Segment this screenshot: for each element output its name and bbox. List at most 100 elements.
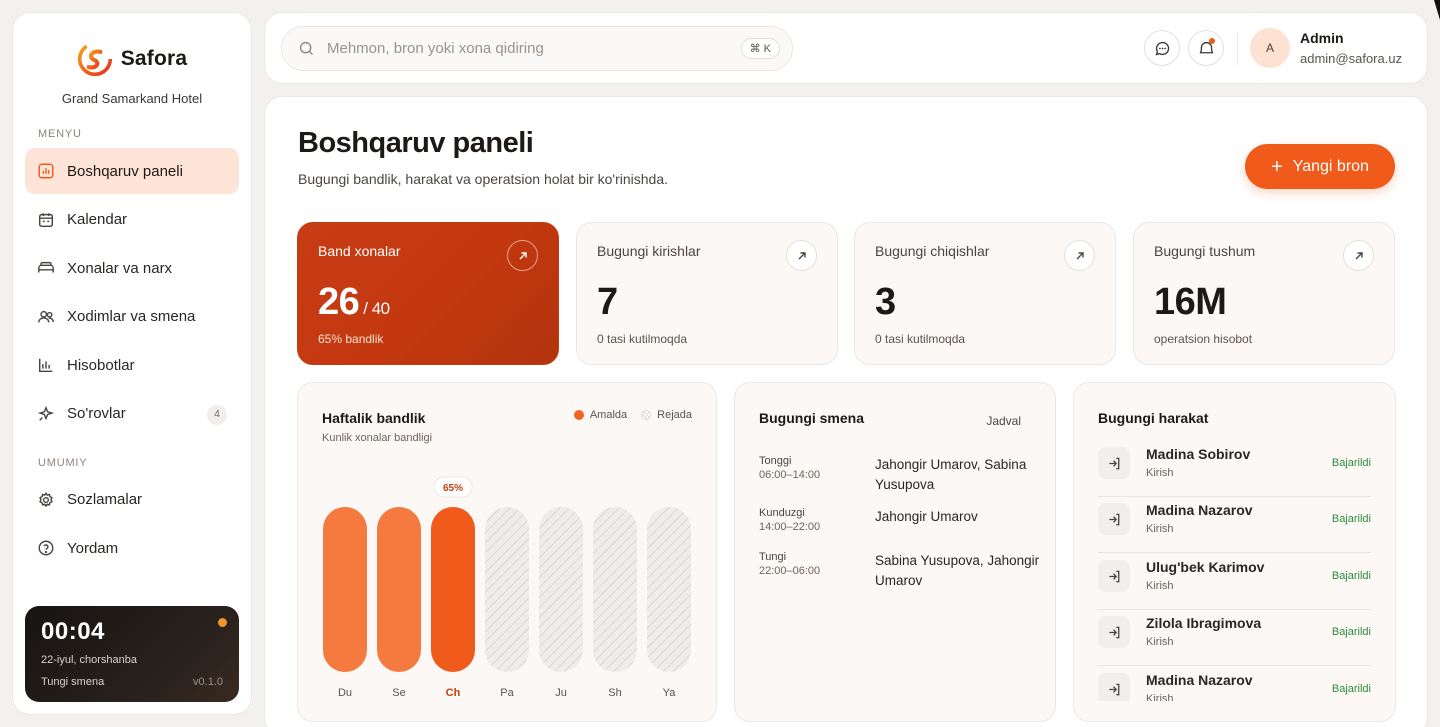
login-icon [1108, 457, 1119, 469]
sidebar-item-rooms[interactable]: Xonalar va narx [25, 245, 239, 291]
open-arrow-button[interactable] [786, 240, 817, 271]
brand-logo[interactable]: Safora [25, 41, 239, 77]
x-tick-label: Ch [446, 687, 461, 699]
shift-row: Tonggi 06:00–14:00 Jahongir Umarov, Sabi… [759, 455, 1026, 492]
stat-value: 26/ 40 [318, 281, 390, 323]
common-section-label: UMUMIY [38, 456, 88, 469]
status-badge: Bajarildi [1331, 626, 1371, 638]
bar-pa[interactable] [485, 507, 529, 672]
shift-row: Tungi 22:00–06:00 Sabina Yusupova, Jahon… [759, 551, 1039, 588]
shift-time: 22:00–06:00 [759, 565, 821, 577]
shift-staff: Jahongir Umarov, Sabina Yusupova [875, 457, 1027, 492]
sidebar-item-label: Sozlamalar [67, 491, 143, 508]
shift-name: Tungi [759, 551, 787, 563]
search-icon [299, 41, 313, 55]
login-icon [1108, 626, 1119, 638]
open-arrow-button[interactable] [1343, 240, 1374, 271]
today-activity-panel: Bugungi harakat Madina Sobirov Kirish Ba… [1073, 382, 1396, 722]
clock-date: 22-iyul, chorshanba [41, 654, 138, 666]
calendar-icon [38, 212, 54, 227]
shift-row: Kunduzgi 14:00–22:00 Jahongir Umarov [759, 507, 978, 533]
open-arrow-button[interactable] [507, 240, 538, 271]
brand-name: Safora [120, 47, 188, 70]
stat-card-revenue[interactable]: Bugungi tushum 16M operatsion hisobot [1133, 222, 1395, 365]
login-icon [1108, 570, 1119, 582]
shift-name: Tonggi [759, 455, 792, 467]
panel-title: Bugungi harakat [1098, 410, 1209, 426]
status-badge: Bajarildi [1331, 457, 1371, 469]
shift-time: 06:00–14:00 [759, 469, 821, 481]
help-icon [38, 540, 54, 556]
activity-row[interactable]: Madina Nazarov Kirish Bajarildi [1098, 667, 1371, 701]
activity-list[interactable]: Madina Sobirov Kirish Bajarildi Madina N… [1074, 439, 1395, 701]
cursor-icon [1434, 0, 1440, 20]
clock-card: 00:04 22-iyul, chorshanba Tungi smena v0… [25, 606, 239, 702]
sidebar-item-label: Xonalar va narx [67, 259, 173, 277]
app-version: v0.1.0 [193, 676, 223, 688]
divider [1237, 33, 1238, 65]
today-shift-panel: Bugungi smena Jadval Tonggi 06:00–14:00 … [734, 382, 1056, 722]
sidebar-item-staff[interactable]: Xodimlar va smena [25, 294, 239, 340]
sidebar-item-settings[interactable]: Sozlamalar [25, 477, 239, 523]
weekly-occupancy-panel: Haftalik bandlik Kunlik xonalar bandligi… [297, 382, 717, 722]
open-arrow-button[interactable] [1064, 240, 1095, 271]
guest-name: Madina Sobirov [1146, 446, 1251, 462]
stat-sub: 65% bandlik [318, 332, 384, 346]
bar-se[interactable] [377, 507, 421, 672]
bar-sh[interactable] [593, 507, 637, 672]
guest-name: Madina Nazarov [1146, 672, 1253, 688]
main-content: Boshqaruv paneli Bugungi bandlik, haraka… [264, 96, 1428, 727]
activity-row[interactable]: Zilola Ibragimova Kirish Bajarildi [1098, 610, 1371, 666]
stat-value: 7 [597, 281, 618, 323]
x-tick-label: Ju [555, 687, 567, 699]
schedule-link[interactable]: Jadval [986, 414, 1021, 428]
new-booking-button[interactable]: + Yangi bron [1245, 144, 1395, 189]
stat-card-occupied[interactable]: Band xonalar 26/ 40 65% bandlik [297, 222, 559, 365]
activity-row[interactable]: Ulug'bek Karimov Kirish Bajarildi [1098, 554, 1371, 610]
sidebar-item-help[interactable]: Yordam [25, 525, 239, 571]
act-icon-wrap [1098, 560, 1130, 592]
notifications-button[interactable] [1188, 30, 1224, 66]
activity-row[interactable]: Madina Sobirov Kirish Bajarildi [1098, 441, 1371, 497]
panel-title: Bugungi smena [759, 410, 865, 426]
users-icon [38, 310, 54, 322]
sidebar-item-reports[interactable]: Hisobotlar [25, 342, 239, 388]
dashboard-icon [38, 163, 54, 179]
login-icon [1108, 683, 1119, 695]
status-badge: Bajarildi [1331, 683, 1371, 695]
sidebar: Safora Grand Samarkand Hotel MENYU Boshq… [12, 12, 252, 715]
search-bar[interactable]: ⌘ K [281, 26, 793, 71]
stat-label: Bugungi chiqishlar [875, 243, 990, 259]
search-shortcut: ⌘ K [740, 38, 780, 59]
stat-card-checkouts[interactable]: Bugungi chiqishlar 3 0 tasi kutilmoqda [854, 222, 1116, 365]
activity-type: Kirish [1146, 467, 1174, 479]
sidebar-item-dashboard[interactable]: Boshqaruv paneli [25, 148, 239, 194]
sidebar-item-label: Kalendar [67, 211, 128, 228]
sidebar-item-calendar[interactable]: Kalendar [25, 197, 239, 243]
sidebar-item-requests[interactable]: So'rovlar 4 [25, 391, 239, 437]
bar-ju[interactable] [539, 507, 583, 672]
sidebar-item-label: Yordam [67, 539, 119, 557]
safora-logo-icon [77, 41, 112, 77]
chat-icon [1155, 41, 1169, 55]
stat-card-checkins[interactable]: Bugungi kirishlar 7 0 tasi kutilmoqda [576, 222, 838, 365]
x-tick-label: Du [338, 687, 352, 699]
bar-ch[interactable] [431, 507, 475, 672]
shift-name: Kunduzgi [759, 507, 805, 519]
stat-value: 3 [875, 281, 896, 323]
messages-button[interactable] [1144, 30, 1180, 66]
bar-du[interactable] [323, 507, 367, 672]
menu-section-label: MENYU [38, 128, 82, 140]
avatar[interactable]: A [1250, 28, 1290, 68]
user-name[interactable]: Admin [1300, 30, 1344, 46]
activity-type: Kirish [1146, 636, 1174, 648]
sidebar-item-label: Boshqaruv paneli [67, 162, 183, 180]
shift-staff: Sabina Yusupova, Jahongir Umarov [875, 553, 1040, 588]
login-icon [1108, 513, 1119, 525]
activity-row[interactable]: Madina Nazarov Kirish Bajarildi [1098, 497, 1371, 553]
bed-icon [38, 261, 54, 273]
guest-name: Ulug'bek Karimov [1146, 559, 1265, 575]
bar-ya[interactable] [647, 507, 691, 672]
clock-shift: Tungi smena [41, 676, 105, 688]
search-input[interactable] [327, 40, 741, 57]
